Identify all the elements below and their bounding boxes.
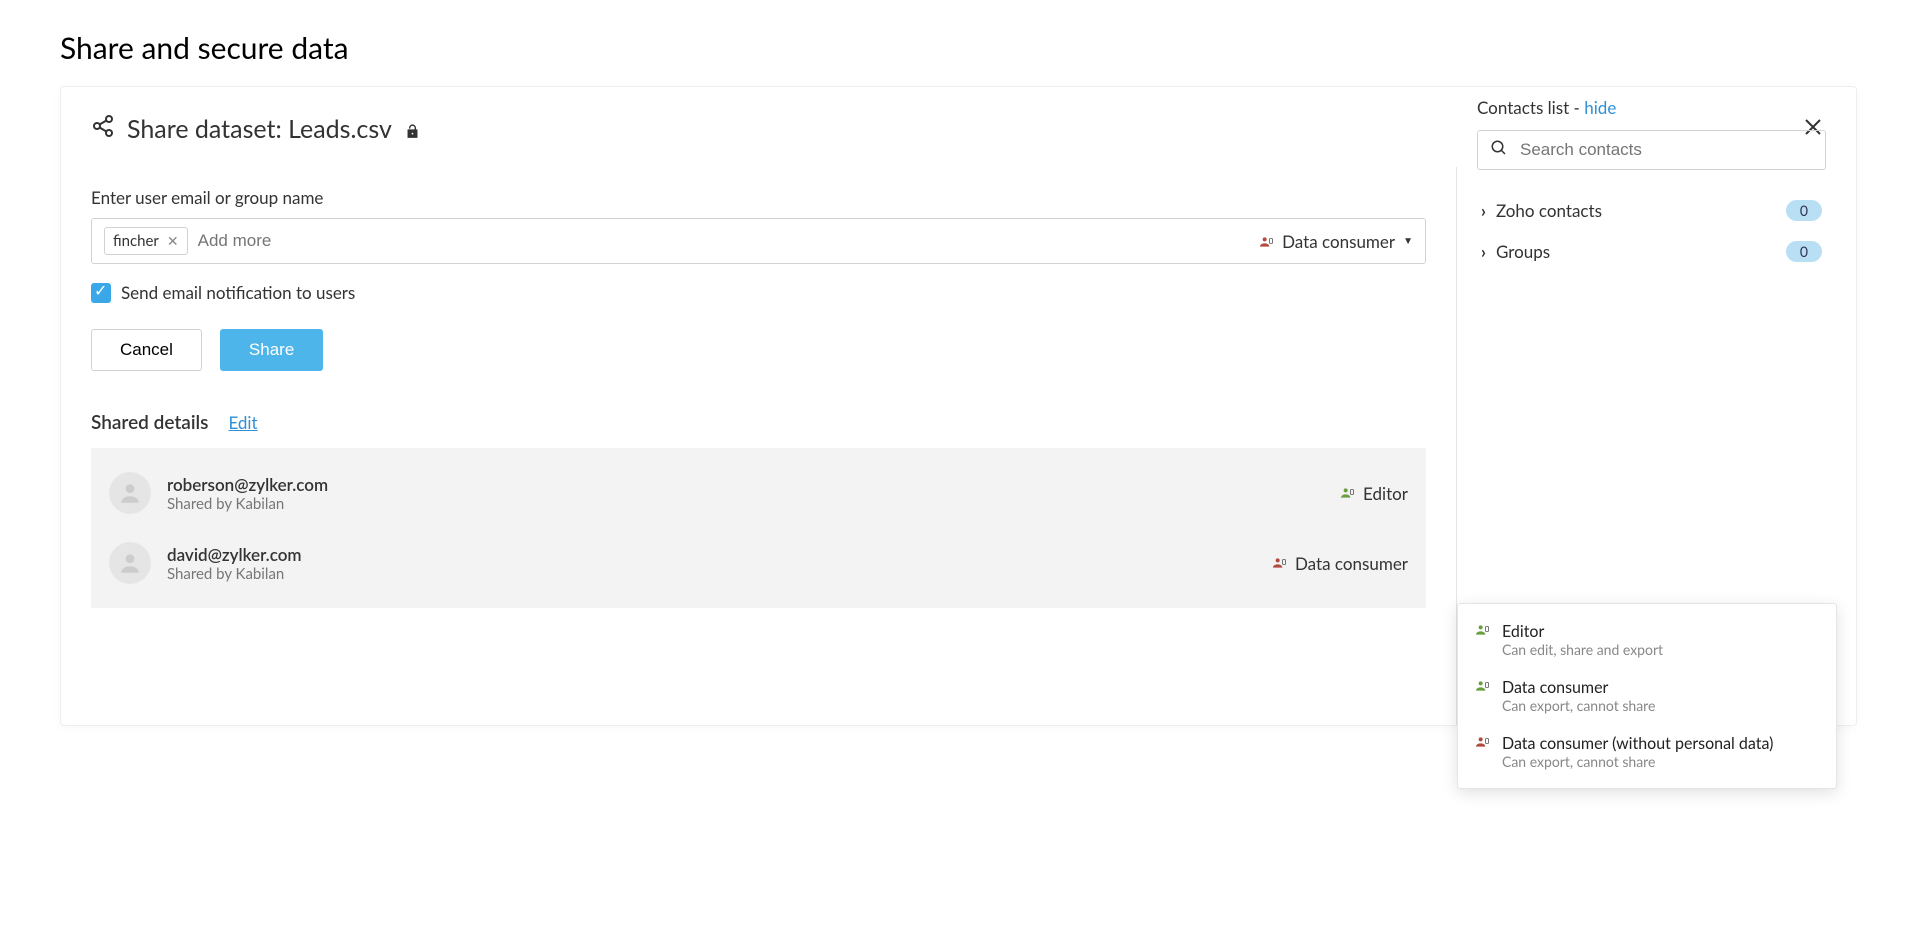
- page-title: Share and secure data: [60, 30, 1857, 66]
- chip-text: fincher: [113, 232, 159, 250]
- contact-group-row[interactable]: › Groups 0: [1477, 231, 1826, 272]
- shared-by: Shared by Kabilan: [167, 565, 1271, 583]
- notify-checkbox[interactable]: [91, 283, 111, 303]
- share-icon: [91, 114, 115, 144]
- shared-role: Data consumer: [1271, 553, 1408, 574]
- search-icon: [1490, 139, 1520, 161]
- count-badge: 0: [1786, 200, 1822, 221]
- contacts-panel: Contacts list - hide › Zoho contacts 0: [1456, 167, 1856, 725]
- role-title: Data consumer: [1502, 678, 1655, 697]
- role-icon: [1258, 233, 1274, 249]
- role-icon: [1474, 734, 1490, 754]
- role-desc: Can export, cannot share: [1502, 697, 1655, 714]
- notify-label: Send email notification to users: [121, 282, 355, 303]
- search-contacts[interactable]: [1477, 130, 1826, 170]
- contact-group-label: Groups: [1496, 241, 1550, 262]
- contacts-header: Contacts list - hide: [1477, 97, 1826, 118]
- modal-title: Share dataset: Leads.csv: [91, 114, 421, 144]
- avatar: [109, 542, 151, 584]
- selected-role-label: Data consumer: [1282, 231, 1395, 252]
- notify-checkbox-row[interactable]: Send email notification to users: [91, 282, 1426, 303]
- cancel-button[interactable]: Cancel: [91, 329, 202, 371]
- role-desc: Can edit, share and export: [1502, 641, 1663, 658]
- role-title: Editor: [1502, 622, 1663, 641]
- chevron-right-icon: ›: [1481, 241, 1486, 262]
- contact-group-label: Zoho contacts: [1496, 200, 1602, 221]
- shared-item: roberson@zylker.com Shared by Kabilan Ed…: [109, 458, 1408, 528]
- share-modal: Share dataset: Leads.csv Enter user emai…: [60, 86, 1857, 726]
- user-input-row[interactable]: fincher ✕ Data consumer ▼: [91, 218, 1426, 264]
- edit-link[interactable]: Edit: [228, 412, 257, 433]
- shared-header: Shared details Edit: [91, 411, 1426, 434]
- role-icon: [1474, 678, 1490, 698]
- add-more-input[interactable]: [198, 231, 1258, 251]
- share-form-panel: Enter user email or group name fincher ✕…: [61, 87, 1456, 725]
- role-desc: Can export, cannot share: [1502, 753, 1773, 770]
- shared-item: david@zylker.com Shared by Kabilan Data …: [109, 528, 1408, 598]
- shared-title: Shared details: [91, 411, 208, 434]
- user-chip[interactable]: fincher ✕: [104, 227, 188, 255]
- role-dropdown: Editor Can edit, share and export Data c…: [1457, 603, 1837, 789]
- role-option-data-consumer[interactable]: Data consumer Can export, cannot share: [1458, 668, 1836, 724]
- shared-role: Editor: [1339, 483, 1408, 504]
- shared-by: Shared by Kabilan: [167, 495, 1339, 513]
- count-badge: 0: [1786, 241, 1822, 262]
- shared-info: roberson@zylker.com Shared by Kabilan: [167, 474, 1339, 513]
- search-input[interactable]: [1520, 140, 1813, 160]
- role-option-data-consumer-npd[interactable]: Data consumer (without personal data) Ca…: [1458, 724, 1836, 780]
- role-title: Data consumer (without personal data): [1502, 734, 1773, 753]
- avatar: [109, 472, 151, 514]
- share-button[interactable]: Share: [220, 329, 323, 371]
- role-icon: [1474, 622, 1490, 642]
- input-label: Enter user email or group name: [91, 187, 1426, 208]
- lock-icon: [404, 114, 421, 144]
- hide-link[interactable]: hide: [1584, 97, 1616, 118]
- shared-info: david@zylker.com Shared by Kabilan: [167, 544, 1271, 583]
- caret-down-icon: ▼: [1403, 235, 1413, 247]
- contact-group-row[interactable]: › Zoho contacts 0: [1477, 190, 1826, 231]
- shared-role-label: Data consumer: [1295, 553, 1408, 574]
- role-selector[interactable]: Data consumer ▼: [1258, 231, 1413, 252]
- chip-remove-icon[interactable]: ✕: [167, 232, 179, 250]
- button-row: Cancel Share: [91, 329, 1426, 371]
- modal-title-text: Share dataset: Leads.csv: [127, 114, 392, 144]
- shared-email: david@zylker.com: [167, 544, 1271, 565]
- shared-list: roberson@zylker.com Shared by Kabilan Ed…: [91, 448, 1426, 608]
- role-option-editor[interactable]: Editor Can edit, share and export: [1458, 612, 1836, 668]
- shared-email: roberson@zylker.com: [167, 474, 1339, 495]
- contacts-header-prefix: Contacts list -: [1477, 97, 1584, 118]
- chevron-right-icon: ›: [1481, 200, 1486, 221]
- shared-role-label: Editor: [1363, 483, 1408, 504]
